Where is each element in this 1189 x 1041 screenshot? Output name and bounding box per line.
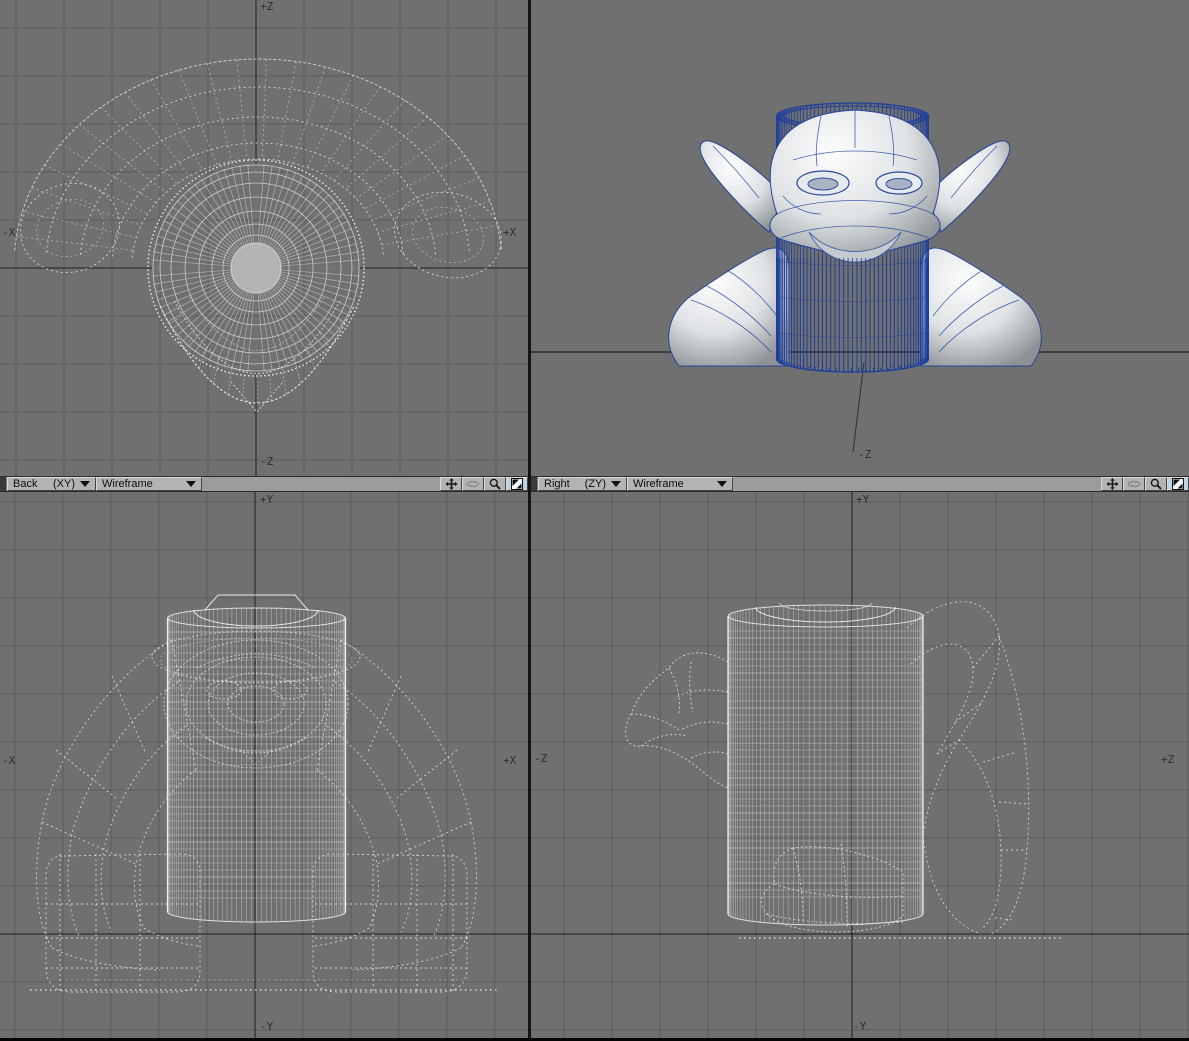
viewport-canvas-top[interactable] xyxy=(0,0,528,476)
render-mode-dropdown[interactable]: Wireframe xyxy=(627,477,733,491)
view-type-dropdown[interactable]: Back (XY) xyxy=(7,477,96,491)
render-mode-dropdown[interactable]: Wireframe xyxy=(96,477,202,491)
chevron-down-icon xyxy=(611,481,621,487)
rotate-icon[interactable] xyxy=(462,477,484,491)
view-type-label: Back xyxy=(13,478,38,490)
viewport-canvas-right[interactable] xyxy=(531,492,1189,1038)
viewport-top-xz[interactable]: +Z -Z -X +X xyxy=(0,0,528,476)
titlebar-corner-handle[interactable] xyxy=(0,477,7,491)
rotate-icon[interactable] xyxy=(1123,477,1145,491)
maximize-icon[interactable] xyxy=(506,477,528,491)
viewport-canvas-perspective[interactable] xyxy=(531,0,1189,476)
viewport-right-zy[interactable]: +Y -Y -Z +Z xyxy=(531,492,1189,1038)
render-mode-label: Wireframe xyxy=(102,478,153,490)
chevron-down-icon xyxy=(186,481,196,487)
chevron-down-icon xyxy=(717,481,727,487)
view-type-label: Right xyxy=(544,478,570,490)
viewport-splitter[interactable] xyxy=(528,0,531,1038)
maximize-icon[interactable] xyxy=(1167,477,1189,491)
view-axes-label: (XY) xyxy=(53,478,75,490)
titlebar-back-viewport: Back (XY) Wireframe xyxy=(0,477,528,491)
view-axes-label: (ZY) xyxy=(584,478,606,490)
chevron-down-icon xyxy=(80,481,90,487)
modeler-quad-view: +Z -Z -X +X -Z Back (XY) Wireframe Right… xyxy=(0,0,1189,1041)
view-type-dropdown[interactable]: Right (ZY) xyxy=(538,477,627,491)
viewport-back-xy[interactable]: +Y -Y -X +X xyxy=(0,492,528,1038)
titlebar-corner-handle[interactable] xyxy=(531,477,538,491)
viewport-titlebar-row: Back (XY) Wireframe Right (ZY) Wireframe xyxy=(0,476,1189,492)
titlebar-right-viewport: Right (ZY) Wireframe xyxy=(531,477,1189,491)
zoom-icon[interactable] xyxy=(484,477,506,491)
viewport-canvas-back[interactable] xyxy=(0,492,528,1038)
render-mode-label: Wireframe xyxy=(633,478,684,490)
viewport-perspective[interactable]: -Z xyxy=(531,0,1189,476)
zoom-icon[interactable] xyxy=(1145,477,1167,491)
pan-icon[interactable] xyxy=(1101,477,1123,491)
pan-icon[interactable] xyxy=(440,477,462,491)
